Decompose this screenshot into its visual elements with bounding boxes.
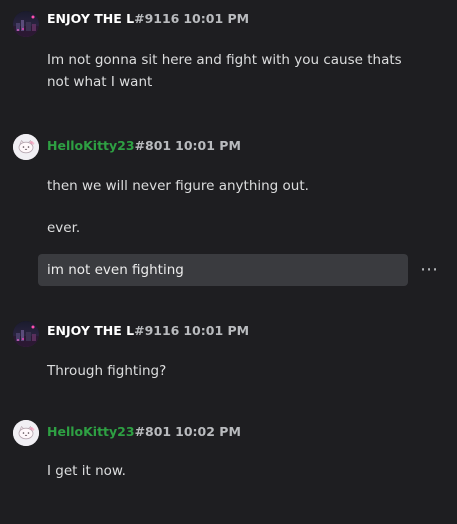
user-avatar[interactable] [13,11,39,37]
timestamp: 10:02 PM [175,424,241,439]
user-avatar[interactable] [13,420,39,446]
message-text: I get it now. [47,463,126,479]
user-discriminator: #801 [134,424,172,439]
message-header: HelloKitty23#801 10:01 PM [47,137,241,155]
kitty-avatar-image [13,134,39,160]
message-header: ENJOY THE L#9116 10:01 PM [47,322,249,340]
message-header: ENJOY THE L#9116 10:01 PM [47,10,249,28]
night-city-avatar-image [13,11,39,37]
hovered-message-row[interactable]: im not even fighting [38,254,408,286]
user-discriminator: #801 [134,138,172,153]
timestamp: 10:01 PM [183,323,250,338]
user-avatar[interactable] [13,321,39,347]
username[interactable]: HelloKitty23 [47,424,135,439]
timestamp: 10:01 PM [183,11,250,26]
kitty-avatar-image [13,420,39,446]
username[interactable]: ENJOY THE L [47,323,134,338]
message-text: Through fighting? [47,363,167,379]
user-avatar[interactable] [13,134,39,160]
message-text: im not even fighting [47,262,184,278]
message-header: HelloKitty23#801 10:02 PM [47,423,241,441]
chat-log: ENJOY THE L#9116 10:01 PM Im not gonna si… [0,0,457,524]
username[interactable]: HelloKitty23 [47,138,135,153]
more-options-icon[interactable]: ⋯ [418,260,440,280]
username[interactable]: ENJOY THE L [47,11,134,26]
user-discriminator: #9116 [134,323,180,338]
message-text: Im not gonna sit here and fight with you… [47,52,402,90]
message-text: ever. [47,220,81,236]
user-discriminator: #9116 [134,11,180,26]
timestamp: 10:01 PM [175,138,241,153]
night-city-avatar-image [13,321,39,347]
message-text: then we will never figure anything out. [47,178,309,194]
